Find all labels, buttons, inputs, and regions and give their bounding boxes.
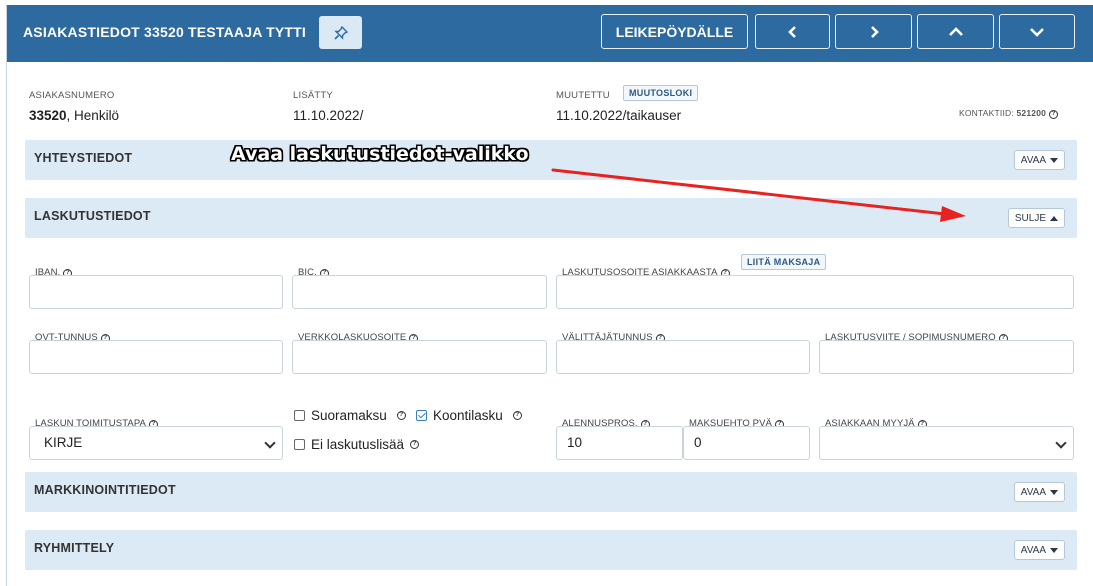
reference-input[interactable]	[819, 340, 1074, 374]
previous-button[interactable]	[755, 14, 830, 49]
section-billing-toggle-button[interactable]: SULJE	[1007, 208, 1065, 228]
customer-number-label: ASIAKASNUMERO	[29, 90, 115, 101]
ebilling-address-input[interactable]	[292, 340, 547, 374]
header-bar: ASIAKASTIEDOT 33520 TESTAAJA TYTTI LEIKE…	[7, 5, 1093, 62]
contact-id-value: 521200	[1016, 108, 1047, 118]
clipboard-button[interactable]: LEIKEPÖYDÄLLE	[601, 14, 748, 49]
ovt-input[interactable]	[29, 340, 283, 374]
caret-down-icon	[1050, 157, 1058, 163]
toggle-label: SULJE	[1014, 212, 1046, 224]
pin-icon	[333, 25, 348, 40]
no-surcharge-option[interactable]: Ei laskutuslisää ?	[294, 437, 420, 452]
delivery-method-value: KIRJE	[44, 435, 83, 450]
direct-payment-label: Suoramaksu	[311, 408, 387, 423]
consolidated-invoice-checkbox[interactable]	[416, 410, 427, 421]
no-surcharge-label: Ei laskutuslisää	[311, 437, 405, 452]
chevron-down-icon	[1030, 27, 1044, 37]
expand-down-button[interactable]	[999, 14, 1075, 49]
chevron-down-icon	[264, 437, 276, 449]
help-icon[interactable]: ?	[1049, 110, 1059, 119]
contact-id-label: KONTAKTIID:	[959, 108, 1014, 118]
contact-id: KONTAKTIID: 521200?	[959, 108, 1059, 119]
direct-payment-option[interactable]: Suoramaksu ?	[294, 408, 406, 423]
chevron-left-icon	[787, 25, 796, 38]
next-button[interactable]	[835, 14, 912, 49]
customer-number-value: 33520	[29, 108, 67, 123]
changelog-button[interactable]: MUUTOSLOKI	[623, 85, 699, 101]
consolidated-invoice-option[interactable]: Koontilasku ?	[416, 408, 522, 423]
seller-select[interactable]	[819, 426, 1074, 460]
section-marketing: MARKKINOINTITIEDOT AVAA	[25, 472, 1077, 512]
direct-payment-checkbox[interactable]	[294, 410, 305, 421]
window-title: ASIAKASTIEDOT 33520 TESTAAJA TYTTI	[23, 24, 306, 40]
customer-type: , Henkilö	[66, 108, 120, 123]
section-contact-toggle-button[interactable]: AVAA	[1013, 150, 1065, 170]
chevron-up-icon	[948, 26, 963, 36]
toggle-label: AVAA	[1020, 486, 1046, 498]
section-marketing-title: MARKKINOINTITIEDOT	[34, 483, 176, 497]
section-marketing-toggle-button[interactable]: AVAA	[1013, 482, 1065, 502]
added-value: 11.10.2022/	[293, 108, 364, 123]
collapse-up-button[interactable]	[917, 14, 994, 49]
iban-input[interactable]	[29, 275, 283, 309]
pin-button[interactable]	[319, 16, 362, 49]
toggle-label: AVAA	[1020, 154, 1046, 166]
annotation-callout: Avaa laskutustiedot-valikko	[231, 143, 529, 165]
customer-number: 33520, Henkilö	[29, 108, 119, 123]
section-billing: LASKUTUSTIEDOT SULJE	[25, 198, 1077, 238]
modified-label: MUUTETTU	[556, 90, 610, 101]
caret-up-icon	[1050, 215, 1058, 221]
discount-input[interactable]: 10	[556, 426, 683, 460]
section-grouping-toggle-button[interactable]: AVAA	[1013, 540, 1065, 560]
modified-value: 11.10.2022/taikauser	[556, 108, 682, 123]
payment-terms-input[interactable]: 0	[683, 426, 810, 460]
section-grouping-title: RYHMITTELY	[34, 541, 115, 555]
consolidated-invoice-label: Koontilasku	[433, 408, 503, 423]
section-grouping: RYHMITTELY AVAA	[25, 530, 1077, 570]
caret-down-icon	[1050, 489, 1058, 495]
chevron-down-icon	[1055, 437, 1067, 449]
section-contact-title: YHTEYSTIEDOT	[34, 151, 133, 165]
no-surcharge-checkbox[interactable]	[294, 439, 305, 450]
help-icon[interactable]: ?	[396, 411, 406, 420]
attach-payer-button[interactable]: LIITÄ MAKSAJA	[741, 254, 827, 270]
toggle-label: AVAA	[1020, 544, 1046, 556]
bic-input[interactable]	[292, 275, 547, 309]
customer-details-window: ASIAKASTIEDOT 33520 TESTAAJA TYTTI LEIKE…	[6, 5, 1093, 586]
section-billing-title: LASKUTUSTIEDOT	[34, 209, 151, 223]
intermediary-input[interactable]	[556, 340, 810, 374]
help-icon[interactable]: ?	[512, 411, 522, 420]
delivery-method-select[interactable]: KIRJE	[29, 426, 283, 460]
billing-address-input[interactable]	[556, 275, 1074, 309]
help-icon[interactable]: ?	[410, 440, 420, 449]
chevron-right-icon	[870, 25, 879, 38]
caret-down-icon	[1050, 547, 1058, 553]
added-label: LISÄTTY	[293, 90, 333, 101]
section-contact: YHTEYSTIEDOT AVAA	[25, 140, 1077, 180]
